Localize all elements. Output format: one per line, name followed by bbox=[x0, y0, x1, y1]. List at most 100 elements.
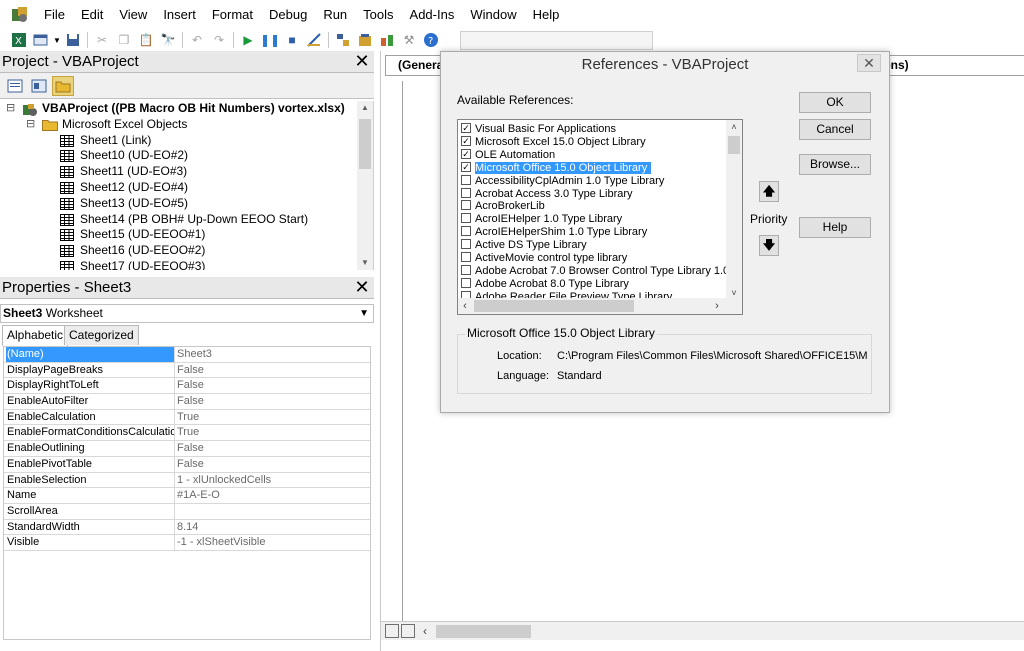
menu-item-tools[interactable]: Tools bbox=[355, 0, 401, 29]
reference-checkbox[interactable] bbox=[461, 174, 471, 185]
reference-item[interactable]: ✓ Microsoft Office 15.0 Object Library bbox=[461, 161, 652, 175]
reference-checkbox[interactable] bbox=[461, 264, 471, 275]
menu-item-view[interactable]: View bbox=[111, 0, 155, 29]
collapse-icon[interactable]: ⊟ bbox=[26, 117, 35, 133]
property-row[interactable]: EnablePivotTable False bbox=[4, 456, 370, 473]
tree-item[interactable]: ⊟ VBAProject ((PB Macro OB Hit Numbers) v… bbox=[0, 101, 373, 117]
procedure-view-icon[interactable] bbox=[385, 624, 399, 638]
object-select[interactable]: Sheet3 Worksheet ▼ bbox=[0, 304, 374, 323]
property-value[interactable]: False bbox=[177, 363, 204, 378]
property-value[interactable]: Sheet3 bbox=[177, 347, 212, 362]
property-row[interactable]: EnableFormatConditionsCalculation True bbox=[4, 425, 370, 442]
menu-item-debug[interactable]: Debug bbox=[261, 0, 315, 29]
object-browser-icon[interactable] bbox=[376, 30, 398, 50]
run-icon[interactable]: ▶ bbox=[237, 30, 259, 50]
reference-item[interactable]: AcroIEHelperShim 1.0 Type Library bbox=[461, 226, 647, 239]
property-row[interactable]: EnableSelection 1 - xlUnlockedCells bbox=[4, 472, 370, 489]
menu-item-insert[interactable]: Insert bbox=[155, 0, 204, 29]
paste-icon[interactable]: 📋 bbox=[135, 30, 157, 50]
property-value[interactable]: #1A-E-O bbox=[177, 488, 220, 503]
property-row[interactable]: EnableCalculation True bbox=[4, 409, 370, 426]
project-tree[interactable]: ⊟ VBAProject ((PB Macro OB Hit Numbers) v… bbox=[0, 101, 374, 270]
tree-item[interactable]: Sheet12 (UD-EO#4) bbox=[0, 180, 373, 196]
reference-item[interactable]: AcroIEHelper 1.0 Type Library bbox=[461, 213, 622, 226]
reset-icon[interactable]: ■ bbox=[281, 30, 303, 50]
property-row[interactable]: StandardWidth 8.14 bbox=[4, 519, 370, 536]
property-value[interactable]: 1 - xlUnlockedCells bbox=[177, 473, 271, 488]
tree-item[interactable]: Sheet11 (UD-EO#3) bbox=[0, 164, 373, 180]
property-row[interactable]: DisplayPageBreaks False bbox=[4, 362, 370, 379]
reference-item[interactable]: AccessibilityCplAdmin 1.0 Type Library bbox=[461, 175, 664, 188]
help-icon[interactable]: ? bbox=[420, 30, 442, 50]
scroll-up-arrow[interactable]: ▲ bbox=[357, 101, 373, 115]
undo-icon[interactable]: ↶ bbox=[186, 30, 208, 50]
menu-item-window[interactable]: Window bbox=[462, 0, 524, 29]
reference-item[interactable]: AcroBrokerLib bbox=[461, 200, 545, 213]
scroll-thumb[interactable] bbox=[436, 625, 531, 638]
reference-checkbox[interactable] bbox=[461, 226, 471, 237]
reference-item[interactable]: ✓ Microsoft Excel 15.0 Object Library bbox=[461, 136, 646, 149]
priority-up-button[interactable]: 🡅 bbox=[759, 181, 779, 202]
property-value[interactable]: False bbox=[177, 378, 204, 393]
tree-item[interactable]: Sheet15 (UD-EEOO#1) bbox=[0, 227, 373, 243]
dropdown-arrow-icon[interactable]: ▼ bbox=[52, 30, 62, 50]
project-tree-scrollbar[interactable]: ▲ ▼ bbox=[357, 101, 373, 270]
reference-checkbox[interactable]: ✓ bbox=[461, 135, 471, 146]
property-row[interactable]: DisplayRightToLeft False bbox=[4, 378, 370, 395]
save-icon[interactable] bbox=[62, 30, 84, 50]
reference-item[interactable]: Adobe Acrobat 8.0 Type Library bbox=[461, 278, 629, 291]
scroll-down-arrow[interactable]: ▼ bbox=[357, 256, 373, 270]
cancel-button[interactable]: Cancel bbox=[799, 119, 871, 140]
reference-item[interactable]: ActiveMovie control type library bbox=[461, 252, 627, 265]
reference-item[interactable]: Acrobat Access 3.0 Type Library bbox=[461, 188, 633, 201]
tree-item[interactable]: Sheet10 (UD-EO#2) bbox=[0, 148, 373, 164]
property-value[interactable]: True bbox=[177, 425, 199, 440]
property-row[interactable]: EnableOutlining False bbox=[4, 441, 370, 457]
scroll-right-arrow[interactable]: › bbox=[710, 298, 724, 314]
insert-userform-icon[interactable] bbox=[30, 30, 52, 50]
toolbox-icon[interactable]: ⚒ bbox=[398, 30, 420, 50]
vba-app-icon[interactable] bbox=[10, 5, 30, 25]
copy-icon[interactable]: ❐ bbox=[113, 30, 135, 50]
project-explorer-icon[interactable] bbox=[332, 30, 354, 50]
tab-categorized[interactable]: Categorized bbox=[64, 325, 139, 345]
tree-item[interactable]: Sheet13 (UD-EO#5) bbox=[0, 196, 373, 212]
reference-checkbox[interactable] bbox=[461, 277, 471, 288]
break-icon[interactable]: ❚❚ bbox=[259, 30, 281, 50]
scroll-thumb[interactable] bbox=[474, 300, 634, 312]
scroll-left-arrow[interactable]: ‹ bbox=[423, 622, 427, 641]
view-object-icon[interactable] bbox=[28, 76, 50, 96]
property-row[interactable]: ScrollArea bbox=[4, 503, 370, 520]
reference-item[interactable]: ✓ Visual Basic For Applications bbox=[461, 123, 616, 136]
browse-button[interactable]: Browse... bbox=[799, 154, 871, 175]
menu-item-file[interactable]: File bbox=[36, 0, 73, 29]
property-row[interactable]: Visible -1 - xlSheetVisible bbox=[4, 535, 370, 551]
tab-alphabetic[interactable]: Alphabetic bbox=[2, 325, 69, 346]
references-horizontal-scrollbar[interactable]: ‹ › bbox=[458, 298, 742, 314]
property-value[interactable]: -1 - xlSheetVisible bbox=[177, 535, 265, 550]
property-row[interactable]: (Name) Sheet3 bbox=[4, 347, 370, 363]
references-vertical-scrollbar[interactable]: ˄ ˅ bbox=[726, 120, 742, 300]
property-value[interactable]: 8.14 bbox=[177, 520, 198, 535]
property-value[interactable]: True bbox=[177, 410, 199, 425]
close-icon[interactable]: ✕ bbox=[352, 278, 372, 298]
redo-icon[interactable]: ↷ bbox=[208, 30, 230, 50]
menu-item-add-ins[interactable]: Add-Ins bbox=[402, 0, 463, 29]
reference-item[interactable]: Active DS Type Library bbox=[461, 239, 587, 252]
tree-item[interactable]: Sheet14 (PB OBH# Up-Down EEOO Start) bbox=[0, 212, 373, 228]
references-list[interactable]: ✓ Visual Basic For Applications ✓ Microsoft… bbox=[457, 119, 743, 315]
chevron-down-icon[interactable]: ▼ bbox=[359, 305, 369, 322]
scroll-thumb[interactable] bbox=[359, 119, 371, 169]
menu-item-format[interactable]: Format bbox=[204, 0, 261, 29]
tree-item[interactable]: Sheet17 (UD-EEOO#3) bbox=[0, 259, 373, 270]
full-module-view-icon[interactable] bbox=[401, 624, 415, 638]
reference-item[interactable]: ✓ OLE Automation bbox=[461, 149, 555, 162]
reference-item[interactable]: Adobe Acrobat 7.0 Browser Control Type L… bbox=[461, 265, 729, 278]
scroll-left-arrow[interactable]: ‹ bbox=[458, 298, 472, 314]
menu-item-run[interactable]: Run bbox=[315, 0, 355, 29]
properties-window-icon[interactable] bbox=[354, 30, 376, 50]
design-mode-icon[interactable] bbox=[303, 30, 325, 50]
code-horizontal-scrollbar[interactable]: ‹ bbox=[381, 621, 1024, 640]
tree-item[interactable]: Sheet16 (UD-EEOO#2) bbox=[0, 243, 373, 259]
property-row[interactable]: Name #1A-E-O bbox=[4, 488, 370, 504]
